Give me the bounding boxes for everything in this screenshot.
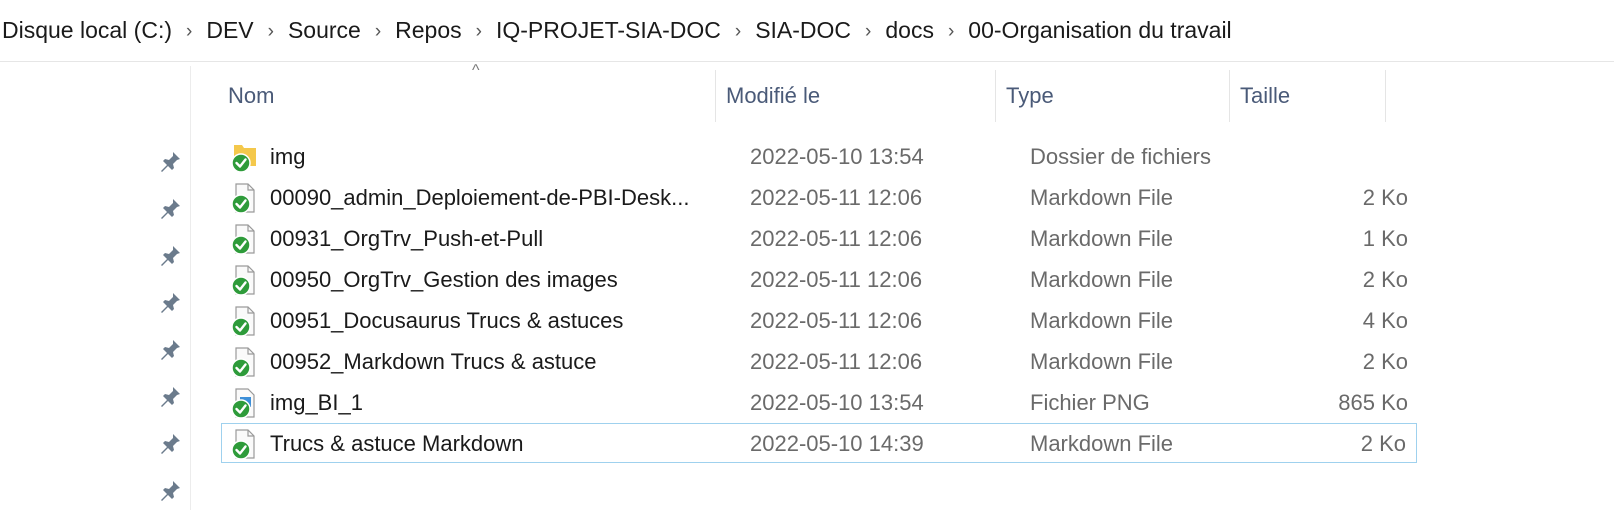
file-size: 2 Ko (1360, 431, 1406, 456)
file-row[interactable]: 00090_admin_Deploiement-de-PBI-Desk... 20… (222, 178, 1418, 218)
file-row[interactable]: 00951_Docusaurus Trucs & astuces 2022-05-… (222, 301, 1418, 341)
file-modified-date: 2022-05-11 12:06 (750, 267, 923, 292)
file-type: Markdown File (1030, 185, 1174, 210)
file-name: img (270, 144, 306, 169)
file-row[interactable]: 00931_OrgTrv_Push-et-Pull 2022-05-11 12:0… (222, 219, 1418, 259)
file-type: Markdown File (1030, 431, 1174, 456)
address-bar[interactable]: Disque local (C:) › DEV › Source › Repos › IQ-PR… (0, 0, 1614, 62)
column-header-type[interactable]: Type (996, 70, 1230, 122)
file-row[interactable]: 00952_Markdown Trucs & astuce 2022-05-11 … (222, 342, 1418, 382)
breadcrumb-item[interactable]: SIA-DOC (753, 17, 853, 44)
breadcrumb-chevron-icon[interactable]: › (948, 21, 954, 43)
file-name: 00952_Markdown Trucs & astuce (270, 349, 597, 374)
breadcrumb-chevron-icon[interactable]: › (186, 21, 192, 43)
pin-icon (158, 432, 182, 456)
breadcrumb-chevron-icon[interactable]: › (268, 21, 274, 43)
pin-icon (158, 385, 182, 409)
column-header-modified[interactable]: Modifié le (716, 70, 996, 122)
file-type: Dossier de fichiers (1030, 144, 1211, 169)
file-modified-date: 2022-05-11 12:06 (750, 349, 923, 374)
pin-icon (158, 479, 182, 503)
file-modified-date: 2022-05-10 13:54 (750, 390, 924, 415)
file-modified-date: 2022-05-10 14:39 (750, 431, 924, 456)
image-file-icon (230, 387, 260, 419)
file-modified-date: 2022-05-11 12:06 (750, 185, 923, 210)
breadcrumb-chevron-icon[interactable]: › (865, 21, 871, 43)
pin-icon (158, 197, 182, 221)
breadcrumb-item[interactable]: Repos (393, 17, 463, 44)
pin-icon (158, 244, 182, 268)
pin-icon (158, 291, 182, 315)
file-type: Markdown File (1030, 308, 1174, 333)
file-icon (230, 264, 260, 296)
file-row[interactable]: img 2022-05-10 13:54 Dossier de fichiers (222, 137, 1418, 177)
file-modified-date: 2022-05-11 12:06 (750, 226, 923, 251)
file-row[interactable]: img_BI_1 2022-05-10 13:54 Fichier PNG 865 K… (222, 383, 1418, 423)
file-size: 2 Ko (1362, 349, 1408, 374)
file-type: Fichier PNG (1030, 390, 1150, 415)
file-size: 2 Ko (1362, 185, 1408, 210)
file-size: 4 Ko (1362, 308, 1408, 333)
file-name: 00950_OrgTrv_Gestion des images (270, 267, 618, 292)
file-name: 00951_Docusaurus Trucs & astuces (270, 308, 624, 333)
file-name: img_BI_1 (270, 390, 363, 415)
column-header-row: Nom Modifié le Type Taille (218, 70, 1428, 122)
file-icon (230, 428, 260, 460)
breadcrumb-chevron-icon[interactable]: › (735, 21, 741, 43)
file-modified-date: 2022-05-10 13:54 (750, 144, 924, 169)
pin-icon (158, 150, 182, 174)
file-modified-date: 2022-05-11 12:06 (750, 308, 923, 333)
breadcrumb-item[interactable]: IQ-PROJET-SIA-DOC (494, 17, 723, 44)
breadcrumb-item[interactable]: docs (883, 17, 936, 44)
breadcrumb-chevron-icon[interactable]: › (476, 21, 482, 43)
file-type: Markdown File (1030, 267, 1174, 292)
file-icon (230, 305, 260, 337)
pin-icon (158, 338, 182, 362)
file-name: 00931_OrgTrv_Push-et-Pull (270, 226, 544, 251)
file-size: 1 Ko (1362, 226, 1408, 251)
file-type: Markdown File (1030, 349, 1174, 374)
folder-icon (230, 141, 260, 173)
file-name: 00090_admin_Deploiement-de-PBI-Desk... (270, 185, 690, 210)
breadcrumb-item[interactable]: Disque local (C:) (0, 17, 174, 44)
breadcrumb-item[interactable]: 00-Organisation du travail (966, 17, 1233, 44)
file-icon (230, 182, 260, 214)
file-name: Trucs & astuce Markdown (270, 431, 524, 456)
file-icon (230, 223, 260, 255)
column-header-size[interactable]: Taille (1230, 70, 1386, 122)
breadcrumb-item[interactable]: DEV (204, 17, 255, 44)
pane-divider[interactable] (190, 66, 191, 510)
breadcrumb-item[interactable]: Source (286, 17, 363, 44)
file-type: Markdown File (1030, 226, 1174, 251)
file-size: 865 Ko (1338, 390, 1408, 415)
file-row[interactable]: Trucs & astuce Markdown 2022-05-10 14:39 M… (221, 423, 1417, 463)
file-row[interactable]: 00950_OrgTrv_Gestion des images 2022-05-1… (222, 260, 1418, 300)
file-size: 2 Ko (1362, 267, 1408, 292)
column-header-name[interactable]: Nom (218, 70, 716, 122)
file-icon (230, 346, 260, 378)
breadcrumb-chevron-icon[interactable]: › (375, 21, 381, 43)
